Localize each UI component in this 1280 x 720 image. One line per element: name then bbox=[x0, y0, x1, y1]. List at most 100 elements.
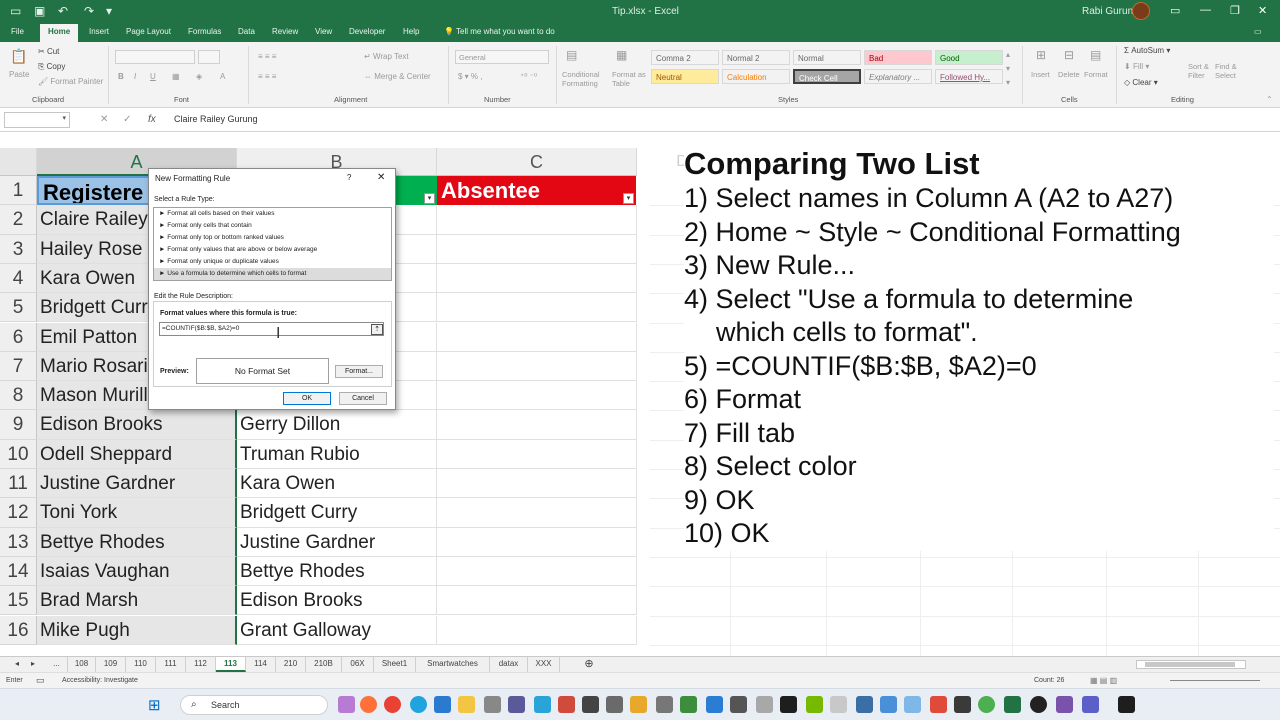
maximize-icon[interactable]: ❐ bbox=[1230, 4, 1240, 17]
windows-start-icon[interactable]: ⊞ bbox=[148, 696, 161, 714]
app-icon[interactable] bbox=[558, 696, 575, 713]
cell-a[interactable]: Bettye Rhodes bbox=[37, 527, 237, 557]
format-button[interactable]: Format... bbox=[335, 365, 383, 378]
cell-c[interactable] bbox=[437, 439, 637, 469]
copy-button[interactable]: ⎘ Copy bbox=[38, 62, 65, 72]
cell-c[interactable] bbox=[437, 351, 637, 382]
task-view-icon[interactable] bbox=[338, 696, 355, 713]
close-icon[interactable]: ✕ bbox=[377, 172, 385, 183]
sheet-tab[interactable]: 114 bbox=[246, 657, 276, 672]
scroll-left-icon[interactable]: ◂ bbox=[10, 657, 24, 672]
customize-qat-icon[interactable]: ▾ bbox=[106, 4, 112, 18]
accessibility-status[interactable]: Accessibility: Investigate bbox=[62, 677, 138, 684]
cell-a[interactable]: Mike Pugh bbox=[37, 615, 237, 645]
row-header[interactable]: 8 bbox=[0, 381, 37, 411]
undo-icon[interactable]: ↶ bbox=[58, 4, 68, 18]
style-bad[interactable]: Bad bbox=[864, 50, 932, 65]
styles-scroll-up-icon[interactable]: ▴ bbox=[1006, 50, 1010, 59]
tab-help[interactable]: Help bbox=[403, 27, 419, 36]
font-name-box[interactable] bbox=[115, 50, 195, 64]
app-icon[interactable] bbox=[1030, 696, 1047, 713]
row-header[interactable]: 10 bbox=[0, 439, 37, 469]
row-header[interactable]: 12 bbox=[0, 498, 37, 528]
help-icon[interactable]: ? bbox=[347, 173, 351, 182]
zoom-slider[interactable] bbox=[1170, 680, 1260, 681]
styles-scroll-down-icon[interactable]: ▾ bbox=[1006, 64, 1010, 73]
style-comma-2[interactable]: Comma 2 bbox=[651, 50, 719, 65]
save-icon[interactable]: ▣ bbox=[34, 4, 45, 18]
tell-me-box[interactable]: Tell me what you want to do bbox=[456, 27, 555, 36]
cell-a[interactable]: Brad Marsh bbox=[37, 586, 237, 616]
autosave-icon[interactable]: ▭ bbox=[10, 4, 21, 18]
add-sheet-icon[interactable]: ⊕ bbox=[580, 657, 598, 672]
ok-button[interactable]: OK bbox=[283, 392, 331, 405]
fill-color-icon[interactable]: ◈ bbox=[196, 72, 202, 81]
close-window-icon[interactable]: ✕ bbox=[1258, 4, 1267, 17]
sheet-tab[interactable]: datax bbox=[490, 657, 528, 672]
app-icon[interactable] bbox=[680, 696, 697, 713]
style-followed-hyperlink[interactable]: Followed Hy... bbox=[935, 69, 1003, 84]
cell-c[interactable] bbox=[437, 381, 637, 411]
tab-developer[interactable]: Developer bbox=[349, 27, 385, 36]
app-icon[interactable] bbox=[780, 696, 797, 713]
bold-icon[interactable]: B bbox=[118, 72, 124, 81]
cell-a[interactable]: Isaias Vaughan bbox=[37, 556, 237, 587]
taskbar-search[interactable]: ⌕ Search bbox=[180, 695, 328, 715]
sheet-tab[interactable]: XXX bbox=[528, 657, 560, 672]
app-icon[interactable] bbox=[954, 696, 971, 713]
borders-icon[interactable]: ▦ bbox=[172, 72, 180, 81]
cell-a[interactable]: Toni York bbox=[37, 498, 237, 528]
style-normal[interactable]: Normal bbox=[793, 50, 861, 65]
collapse-ribbon-icon[interactable]: ⌃ bbox=[1266, 95, 1273, 104]
cell-b[interactable]: Bridgett Curry bbox=[237, 498, 437, 528]
user-avatar[interactable] bbox=[1132, 2, 1150, 20]
tab-home[interactable]: Home bbox=[40, 24, 79, 42]
tab-review[interactable]: Review bbox=[272, 27, 298, 36]
styles-more-icon[interactable]: ▾ bbox=[1006, 78, 1010, 87]
find-select-button[interactable]: Find & Select bbox=[1215, 62, 1243, 80]
tab-page-layout[interactable]: Page Layout bbox=[126, 27, 171, 36]
row-header[interactable]: 7 bbox=[0, 351, 37, 382]
style-neutral[interactable]: Neutral bbox=[651, 69, 719, 84]
sheet-tab[interactable]: 109 bbox=[96, 657, 126, 672]
file-explorer-icon[interactable] bbox=[458, 696, 475, 713]
delete-cells-icon[interactable]: ⊟ bbox=[1064, 48, 1074, 62]
rule-type-list[interactable]: ► Format all cells based on their values… bbox=[153, 207, 392, 281]
vscode-icon[interactable] bbox=[706, 696, 723, 713]
cell-c[interactable] bbox=[437, 615, 637, 645]
sheet-tab[interactable]: 108 bbox=[68, 657, 96, 672]
cut-button[interactable]: ✂ Cut bbox=[38, 47, 59, 56]
rule-type-item[interactable]: ► Format only values that are above or b… bbox=[154, 244, 391, 256]
name-box[interactable]: ▾ bbox=[4, 112, 70, 128]
cell-c[interactable] bbox=[437, 410, 637, 440]
cell-b[interactable]: Bettye Rhodes bbox=[237, 556, 437, 587]
cell-b[interactable]: Edison Brooks bbox=[237, 586, 437, 616]
name-box-dropdown-icon[interactable]: ▾ bbox=[62, 114, 66, 122]
align-top-icon[interactable]: ≡ ≡ ≡ bbox=[258, 52, 276, 61]
cell-c[interactable] bbox=[437, 205, 637, 235]
app-icon[interactable] bbox=[730, 696, 747, 713]
cell-b[interactable]: Justine Gardner bbox=[237, 527, 437, 557]
horizontal-scrollbar[interactable] bbox=[1136, 660, 1246, 669]
minimize-icon[interactable]: — bbox=[1200, 4, 1211, 16]
format-painter-button[interactable]: 🖌 Format Painter bbox=[38, 77, 103, 86]
italic-icon[interactable]: I bbox=[134, 72, 136, 81]
app-icon[interactable] bbox=[904, 696, 921, 713]
column-header-c[interactable]: C bbox=[437, 148, 637, 176]
comments-icon[interactable]: ▭ bbox=[1254, 27, 1262, 36]
number-format-box[interactable]: General bbox=[455, 50, 549, 64]
redo-icon[interactable]: ↷ bbox=[84, 4, 94, 18]
app-icon[interactable] bbox=[756, 696, 773, 713]
format-as-table-button[interactable]: Format as Table bbox=[612, 70, 648, 88]
cell-b[interactable]: Kara Owen bbox=[237, 469, 437, 499]
align-left-icon[interactable]: ≡ ≡ ≡ bbox=[258, 72, 276, 81]
format-cells-icon[interactable]: ▤ bbox=[1090, 48, 1101, 62]
app-icon[interactable] bbox=[484, 696, 501, 713]
store-icon[interactable] bbox=[434, 696, 451, 713]
rule-type-item[interactable]: ► Format only cells that contain bbox=[154, 220, 391, 232]
app-icon[interactable] bbox=[930, 696, 947, 713]
app-icon[interactable] bbox=[630, 696, 647, 713]
row-header[interactable]: 16 bbox=[0, 615, 37, 645]
filter-dropdown-icon[interactable]: ▾ bbox=[424, 193, 435, 204]
row-header[interactable]: 6 bbox=[0, 322, 37, 352]
